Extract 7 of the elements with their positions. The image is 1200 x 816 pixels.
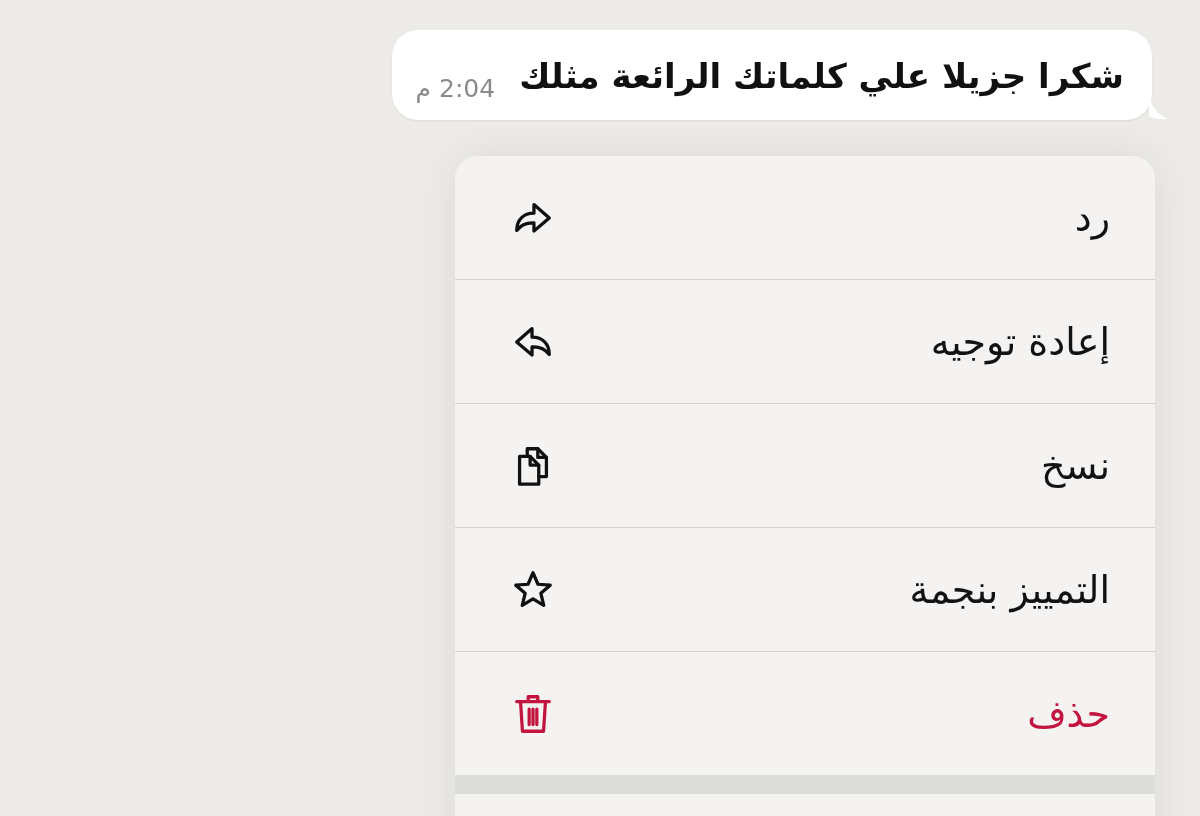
message-time: 2:04 م	[415, 74, 496, 105]
menu-item[interactable]: نسخ	[455, 404, 1155, 528]
message-text: شكرا جزيلا علي كلماتك الرائعة مثلك	[519, 55, 1124, 99]
menu-item[interactable]: حذف	[455, 652, 1155, 775]
menu-item[interactable]: إعادة توجيه	[455, 280, 1155, 404]
menu-item[interactable]: رد	[455, 156, 1155, 280]
menu-item[interactable]: التمييز بنجمة	[455, 528, 1155, 652]
